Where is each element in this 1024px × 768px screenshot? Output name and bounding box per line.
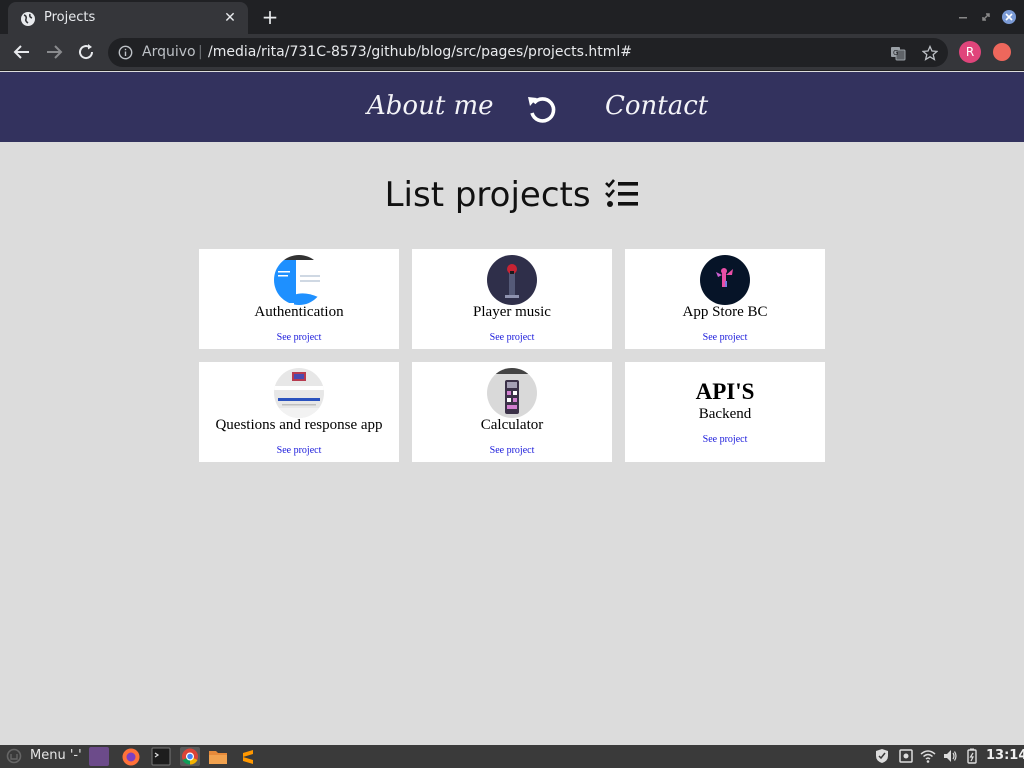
page-title: List projects — [0, 175, 1024, 215]
project-title: Questions and response app — [215, 417, 383, 433]
project-title: Authentication — [254, 304, 344, 320]
checklist-icon — [605, 179, 639, 207]
project-card: Calculator See project — [412, 362, 612, 462]
browser-tab[interactable]: Projects ✕ — [8, 2, 248, 34]
tab-close-icon[interactable]: ✕ — [220, 8, 240, 28]
project-card: Player music See project — [412, 249, 612, 349]
update-icon[interactable] — [993, 43, 1011, 61]
new-tab-button[interactable]: + — [258, 6, 282, 30]
shield-icon[interactable] — [874, 748, 890, 764]
tab-title: Projects — [44, 10, 96, 25]
profile-avatar[interactable]: R — [959, 41, 981, 63]
os-taskbar: Menu '-' 13:14 — [0, 745, 1024, 768]
battery-icon[interactable] — [964, 748, 980, 764]
translate-icon[interactable]: G — [890, 45, 906, 61]
project-title: Calculator — [480, 417, 544, 433]
see-project-link[interactable]: See project — [412, 332, 612, 343]
see-project-link[interactable]: See project — [625, 332, 825, 343]
folder-icon[interactable] — [208, 747, 228, 766]
svg-text:G: G — [893, 49, 898, 57]
see-project-link[interactable]: See project — [199, 445, 399, 456]
url-scheme-label: Arquivo — [142, 44, 196, 60]
nav-contact[interactable]: Contact — [605, 91, 708, 121]
globe-icon — [21, 12, 35, 26]
menu-logo-icon[interactable] — [6, 748, 22, 764]
browser-toolbar: Arquivo | /media/rita/731C-8573/github/b… — [0, 34, 1024, 71]
firefox-icon[interactable] — [121, 747, 141, 766]
close-window-icon[interactable] — [1001, 9, 1017, 25]
calculator-thumbnail — [487, 368, 537, 418]
maximize-icon[interactable] — [978, 9, 994, 25]
see-project-link[interactable]: See project — [625, 434, 825, 445]
clock: 13:14 — [986, 748, 1024, 763]
project-title: Player music — [473, 304, 551, 320]
project-card: API'S Backend See project — [625, 362, 825, 462]
files-app-icon[interactable] — [89, 747, 109, 766]
authentication-thumbnail — [274, 255, 324, 305]
nav-about-me[interactable]: About me — [367, 91, 494, 121]
reload-icon[interactable] — [75, 41, 97, 63]
bookmark-star-icon[interactable] — [922, 45, 938, 61]
info-icon[interactable] — [118, 45, 133, 60]
see-project-link[interactable]: See project — [199, 332, 399, 343]
url-text[interactable]: /media/rita/731C-8573/github/blog/src/pa… — [208, 44, 632, 60]
terminal-icon[interactable] — [151, 747, 171, 766]
questions-app-thumbnail — [274, 368, 324, 418]
minimize-icon[interactable] — [955, 9, 971, 25]
refresh-icon[interactable] — [524, 92, 558, 126]
address-bar[interactable]: Arquivo | /media/rita/731C-8573/github/b… — [108, 38, 948, 67]
project-card: Questions and response app See project — [199, 362, 399, 462]
sublime-text-icon[interactable] — [238, 747, 258, 766]
player-music-thumbnail — [487, 255, 537, 305]
chrome-icon[interactable] — [180, 747, 200, 766]
menu-button[interactable]: Menu '-' — [30, 748, 82, 763]
browser-tab-strip: Projects ✕ + — [0, 0, 1024, 34]
page-title-text: List projects — [384, 175, 591, 215]
project-title: App Store BC — [682, 304, 768, 320]
project-card: Authentication See project — [199, 249, 399, 349]
project-subtitle: Backend — [698, 406, 752, 422]
volume-icon[interactable] — [942, 748, 958, 764]
url-separator: | — [198, 44, 203, 60]
see-project-link[interactable]: See project — [412, 445, 612, 456]
project-card: App Store BC See project — [625, 249, 825, 349]
site-header: About me Contact — [0, 72, 1024, 142]
screenshot-icon[interactable] — [898, 748, 914, 764]
app-store-thumbnail — [700, 255, 750, 305]
project-title: API'S — [695, 379, 755, 404]
back-arrow-icon[interactable] — [11, 41, 33, 63]
wifi-icon[interactable] — [920, 748, 936, 764]
forward-arrow-icon[interactable] — [43, 41, 65, 63]
